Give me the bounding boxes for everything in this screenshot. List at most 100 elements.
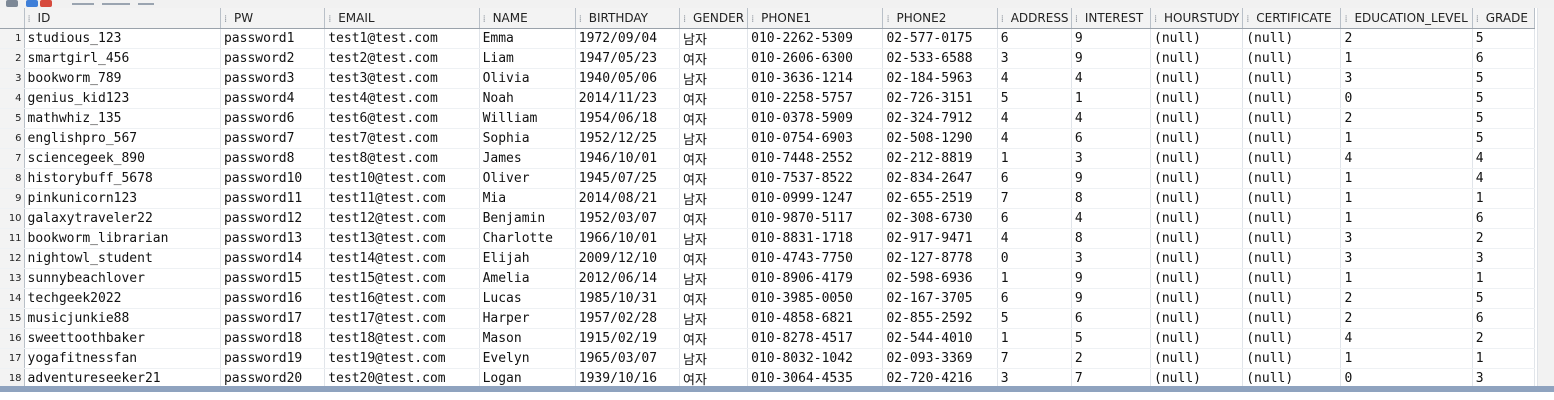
- cell-certificate[interactable]: (null): [1242, 148, 1342, 169]
- cell-education-level[interactable]: 1: [1340, 168, 1473, 189]
- cell-pw[interactable]: password2: [220, 48, 326, 69]
- cell-gender[interactable]: 여자: [679, 88, 749, 109]
- cell-birthday[interactable]: 1952/03/07: [575, 208, 681, 229]
- cell-pw[interactable]: password4: [220, 88, 326, 109]
- cell-birthday[interactable]: 2014/11/23: [575, 88, 681, 109]
- cell-birthday[interactable]: 1972/09/04: [575, 28, 681, 49]
- cell-interest[interactable]: 8: [1071, 228, 1152, 249]
- cell-certificate[interactable]: (null): [1242, 268, 1342, 289]
- cell-pw[interactable]: password13: [220, 228, 326, 249]
- table-row[interactable]: 14 techgeek2022 password16 test16@test.com L…: [0, 288, 1536, 309]
- cell-certificate[interactable]: (null): [1242, 108, 1342, 129]
- cell-id[interactable]: sunnybeachlover: [24, 268, 221, 289]
- cell-id[interactable]: smartgirl_456: [24, 48, 221, 69]
- cell-address[interactable]: 4: [997, 128, 1072, 149]
- cell-hourstudy[interactable]: (null): [1150, 128, 1244, 149]
- cell-interest[interactable]: 6: [1071, 308, 1152, 329]
- cell-grade[interactable]: 6: [1472, 48, 1536, 69]
- table-row[interactable]: 15 musicjunkie88 password17 test17@test.com…: [0, 308, 1536, 329]
- column-drag-handle-icon[interactable]: ⁞: [1246, 14, 1254, 25]
- table-row[interactable]: 3 bookworm_789 password3 test3@test.com Oliv…: [0, 68, 1536, 89]
- table-row[interactable]: 6 englishpro_567 password7 test7@test.com So…: [0, 128, 1536, 149]
- cell-pw[interactable]: password7: [220, 128, 326, 149]
- cell-interest[interactable]: 9: [1071, 268, 1152, 289]
- cell-id[interactable]: pinkunicorn123: [24, 188, 221, 209]
- cell-hourstudy[interactable]: (null): [1150, 88, 1244, 109]
- cell-education-level[interactable]: 2: [1340, 108, 1473, 129]
- cell-birthday[interactable]: 2012/06/14: [575, 268, 681, 289]
- column-header-name[interactable]: ⁞ NAME: [479, 8, 576, 29]
- column-drag-handle-icon[interactable]: ⁞: [683, 14, 691, 25]
- cell-birthday[interactable]: 1915/02/19: [575, 328, 681, 349]
- cell-phone2[interactable]: 02-308-6730: [882, 208, 998, 229]
- cell-gender[interactable]: 여자: [679, 168, 749, 189]
- cell-hourstudy[interactable]: (null): [1150, 188, 1244, 209]
- cell-education-level[interactable]: 2: [1340, 28, 1473, 49]
- cell-interest[interactable]: 4: [1071, 108, 1152, 129]
- cell-gender[interactable]: 여자: [679, 288, 749, 309]
- cell-birthday[interactable]: 1954/06/18: [575, 108, 681, 129]
- cell-name[interactable]: Charlotte: [479, 228, 576, 249]
- cell-gender[interactable]: 남자: [679, 308, 749, 329]
- cell-hourstudy[interactable]: (null): [1150, 148, 1244, 169]
- cell-phone1[interactable]: 010-8278-4517: [747, 328, 884, 349]
- cell-phone1[interactable]: 010-2258-5757: [747, 88, 884, 109]
- cell-education-level[interactable]: 2: [1340, 288, 1473, 309]
- cell-interest[interactable]: 9: [1071, 28, 1152, 49]
- cell-address[interactable]: 1: [997, 268, 1072, 289]
- cell-education-level[interactable]: 1: [1340, 48, 1473, 69]
- cell-birthday[interactable]: 1947/05/23: [575, 48, 681, 69]
- cell-grade[interactable]: 4: [1472, 148, 1536, 169]
- column-drag-handle-icon[interactable]: ⁞: [751, 14, 759, 25]
- cell-interest[interactable]: 6: [1071, 128, 1152, 149]
- column-header-certificate[interactable]: ⁞ CERTIFICATE: [1242, 8, 1342, 29]
- cell-pw[interactable]: password12: [220, 208, 326, 229]
- cell-gender[interactable]: 여자: [679, 248, 749, 269]
- cell-birthday[interactable]: 1965/03/07: [575, 348, 681, 369]
- cell-certificate[interactable]: (null): [1242, 228, 1342, 249]
- cell-grade[interactable]: 2: [1472, 328, 1536, 349]
- column-drag-handle-icon[interactable]: ⁞: [224, 14, 232, 25]
- cell-phone2[interactable]: 02-093-3369: [882, 348, 998, 369]
- cell-id[interactable]: englishpro_567: [24, 128, 221, 149]
- cell-email[interactable]: test18@test.com: [324, 328, 480, 349]
- cell-phone2[interactable]: 02-544-4010: [882, 328, 998, 349]
- cell-education-level[interactable]: 3: [1340, 228, 1473, 249]
- cell-address[interactable]: 6: [997, 288, 1072, 309]
- cell-name[interactable]: Olivia: [479, 68, 576, 89]
- cell-interest[interactable]: 3: [1071, 248, 1152, 269]
- cell-education-level[interactable]: 1: [1340, 208, 1473, 229]
- cell-address[interactable]: 6: [997, 208, 1072, 229]
- cell-id[interactable]: sciencegeek_890: [24, 148, 221, 169]
- cell-id[interactable]: musicjunkie88: [24, 308, 221, 329]
- cell-phone1[interactable]: 010-8032-1042: [747, 348, 884, 369]
- cell-phone1[interactable]: 010-4743-7750: [747, 248, 884, 269]
- cell-id[interactable]: galaxytraveler22: [24, 208, 221, 229]
- cell-grade[interactable]: 5: [1472, 288, 1536, 309]
- cell-hourstudy[interactable]: (null): [1150, 68, 1244, 89]
- column-header-grade[interactable]: ⁞ GRADE: [1472, 8, 1536, 29]
- cell-gender[interactable]: 여자: [679, 328, 749, 349]
- cell-hourstudy[interactable]: (null): [1150, 348, 1244, 369]
- cell-hourstudy[interactable]: (null): [1150, 48, 1244, 69]
- cell-id[interactable]: yogafitnessfan: [24, 348, 221, 369]
- table-row[interactable]: 17 yogafitnessfan password19 test19@test.co…: [0, 348, 1536, 369]
- cell-address[interactable]: 5: [997, 88, 1072, 109]
- cell-address[interactable]: 4: [997, 108, 1072, 129]
- cell-email[interactable]: test19@test.com: [324, 348, 480, 369]
- cell-id[interactable]: bookworm_librarian: [24, 228, 221, 249]
- table-row[interactable]: 8 historybuff_5678 password10 test10@test.c…: [0, 168, 1536, 189]
- cell-address[interactable]: 4: [997, 228, 1072, 249]
- cell-email[interactable]: test12@test.com: [324, 208, 480, 229]
- cell-phone1[interactable]: 010-7448-2552: [747, 148, 884, 169]
- cell-grade[interactable]: 4: [1472, 168, 1536, 189]
- cell-phone1[interactable]: 010-3636-1214: [747, 68, 884, 89]
- cell-pw[interactable]: password11: [220, 188, 326, 209]
- cell-education-level[interactable]: 1: [1340, 128, 1473, 149]
- cell-phone1[interactable]: 010-0378-5909: [747, 108, 884, 129]
- cell-education-level[interactable]: 3: [1340, 248, 1473, 269]
- cell-name[interactable]: Elijah: [479, 248, 576, 269]
- cell-hourstudy[interactable]: (null): [1150, 208, 1244, 229]
- cell-hourstudy[interactable]: (null): [1150, 248, 1244, 269]
- cell-certificate[interactable]: (null): [1242, 308, 1342, 329]
